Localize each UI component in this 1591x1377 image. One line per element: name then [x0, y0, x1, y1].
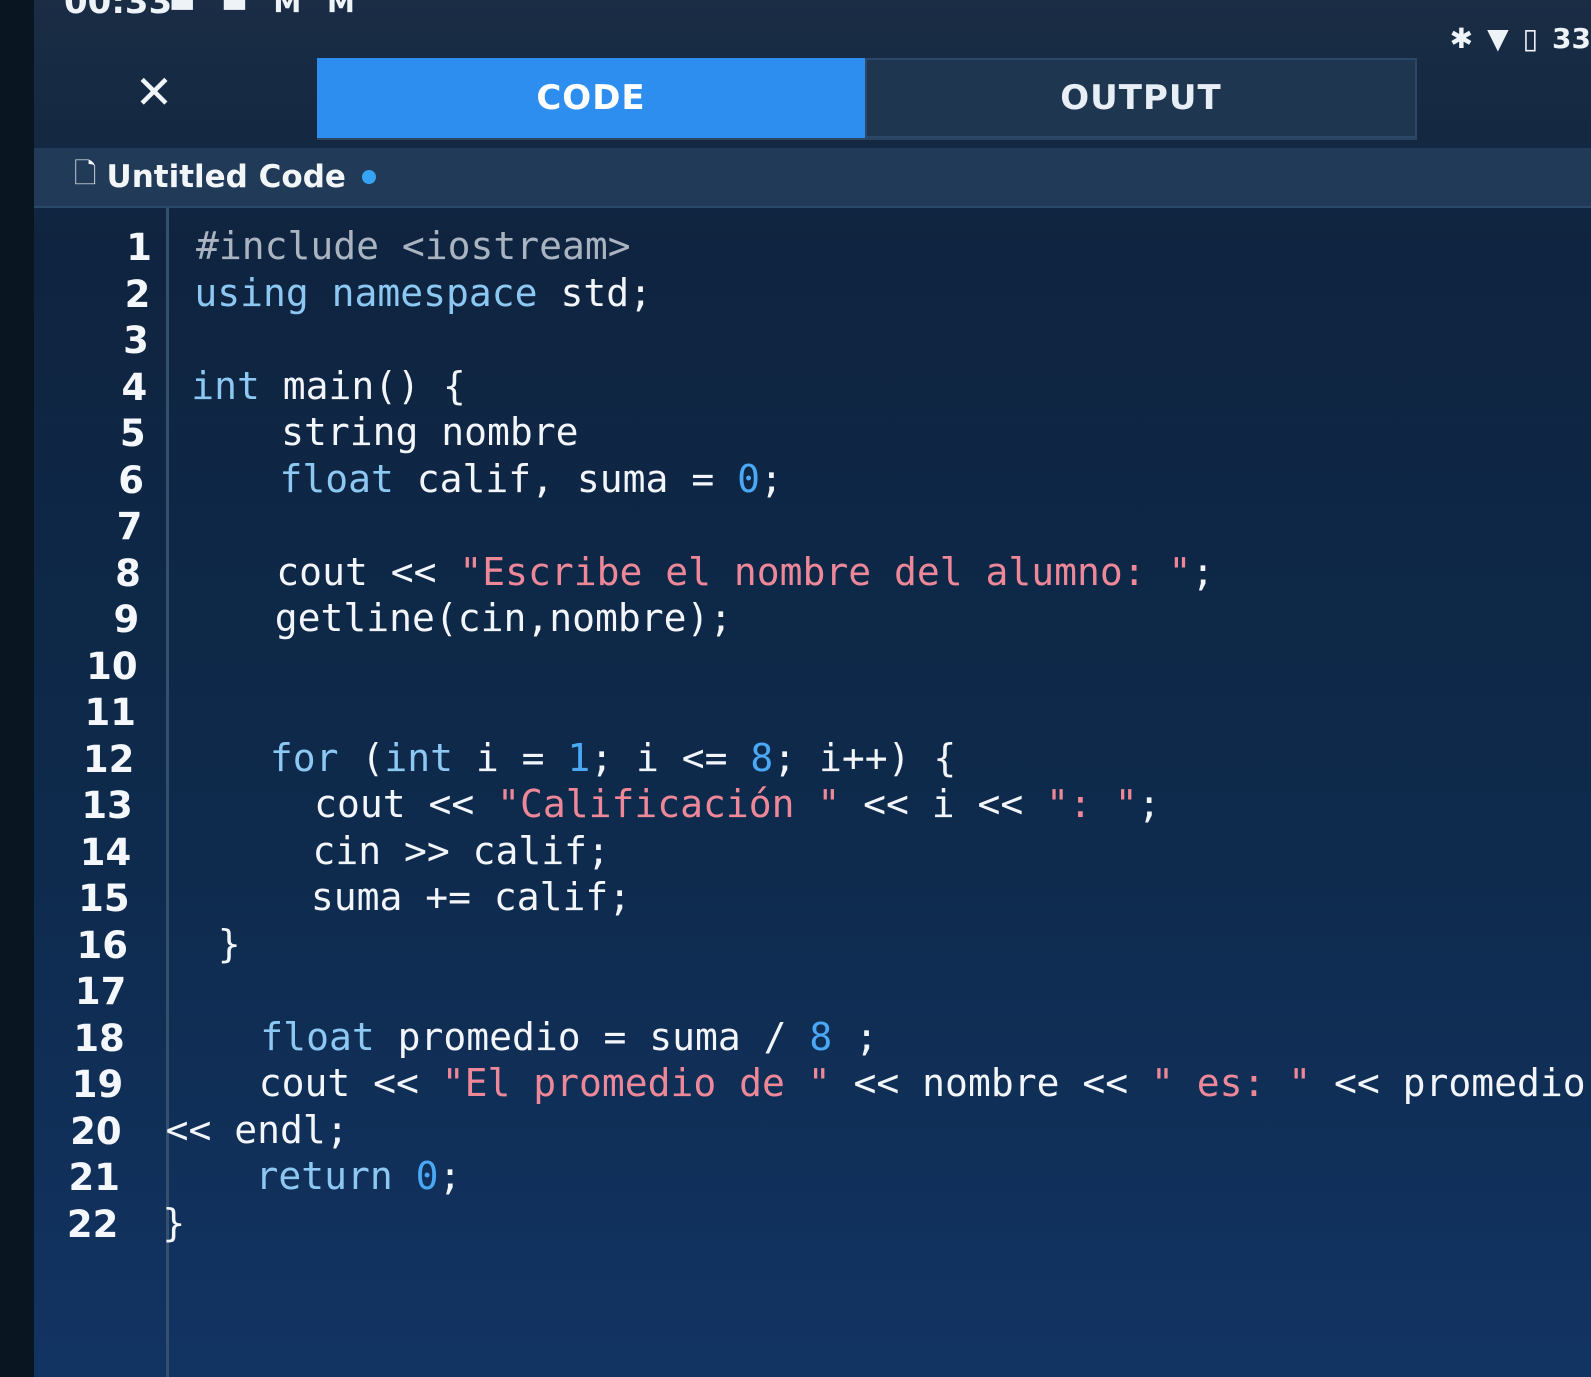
- line-number: 10: [86, 644, 138, 688]
- line-number: 9: [113, 598, 140, 641]
- line-number: 8: [115, 551, 141, 595]
- code-token: ;: [759, 456, 783, 501]
- line-number: 2: [124, 272, 151, 316]
- tab-bar: CODE OUTPUT: [317, 58, 1417, 140]
- code-token: return: [164, 1154, 416, 1198]
- code-token: main() {: [282, 363, 466, 408]
- code-token: using namespace: [194, 270, 561, 315]
- line-number: 13: [81, 784, 133, 827]
- line-number: 5: [119, 412, 146, 455]
- line-number: 1: [126, 226, 152, 269]
- unsaved-indicator-icon: [361, 170, 376, 184]
- line-number: 20: [70, 1109, 122, 1153]
- code-token: i =: [475, 735, 568, 780]
- code-token: #include <iostream>: [196, 224, 631, 268]
- code-line[interactable]: cout << "El promedio de " << nombre << "…: [167, 1061, 1586, 1105]
- code-token: ;: [1191, 549, 1215, 594]
- file-bar: 🗋 Untitled Code: [34, 148, 1591, 208]
- app-screen: 00:33 ▬ ▬ M M ✱ ▼ ▯ 33 ✕ CODE OUTPUT ⋮ 🗋…: [34, 0, 1591, 1377]
- code-line[interactable]: int main() {: [191, 364, 466, 408]
- tab-output[interactable]: OUTPUT: [865, 58, 1417, 138]
- code-token: calif, suma =: [416, 456, 738, 501]
- code-token: << i <<: [840, 782, 1047, 826]
- code-line[interactable]: float calif, suma = 0;: [188, 457, 783, 501]
- code-token: << endl;: [165, 1107, 349, 1152]
- code-token: 0: [415, 1154, 439, 1198]
- code-token: "Calificación ": [497, 782, 841, 826]
- code-token: getline(cin,nombre);: [183, 596, 733, 640]
- status-time: 00:33: [64, 0, 173, 22]
- line-number: 12: [82, 737, 135, 781]
- code-line[interactable]: }: [162, 1201, 185, 1245]
- code-token: }: [172, 921, 241, 966]
- code-token: string nombre: [189, 410, 579, 454]
- code-token: ;: [1137, 782, 1161, 826]
- notification-icons: ▬ ▬ M M: [169, 0, 363, 19]
- file-name[interactable]: Untitled Code: [107, 159, 346, 195]
- code-token: << promedio: [1311, 1061, 1586, 1105]
- code-token: float: [188, 456, 417, 501]
- status-bar: 00:33 ▬ ▬ M M ✱ ▼ ▯ 33: [34, 0, 1591, 55]
- line-number: 15: [78, 877, 130, 920]
- more-menu-icon[interactable]: ⋮: [1581, 95, 1591, 135]
- line-number: 6: [118, 458, 144, 502]
- code-line[interactable]: return 0;: [164, 1154, 462, 1198]
- code-token: 1: [567, 735, 591, 780]
- code-token: cout <<: [184, 549, 460, 594]
- code-line[interactable]: cout << "Calificación " << i << ": ";: [177, 782, 1161, 826]
- line-number: 14: [79, 830, 132, 874]
- code-token: "Escribe el nombre del alumno: ": [459, 549, 1192, 594]
- code-token: promedio = suma /: [397, 1014, 810, 1059]
- close-button[interactable]: ✕: [124, 62, 184, 122]
- code-line[interactable]: }: [172, 922, 241, 966]
- code-editor[interactable]: 1 2 3 4 5 6 7 8 9 10 11 12 13 14 15 16 17 18 19 20 21 22 #inc…: [34, 208, 1591, 1377]
- code-line[interactable]: << endl;: [166, 1108, 349, 1152]
- code-line[interactable]: string nombre: [189, 410, 579, 454]
- line-number: 16: [76, 923, 129, 967]
- code-line[interactable]: for (int i = 1; i <= 8; i++) {: [178, 736, 956, 780]
- code-token: int: [191, 363, 283, 408]
- line-number: 17: [74, 970, 127, 1013]
- line-number: 21: [68, 1156, 121, 1199]
- code-token: ;: [438, 1154, 462, 1198]
- code-line[interactable]: #include <iostream>: [196, 224, 631, 268]
- code-token: for: [178, 735, 362, 780]
- code-line[interactable]: cout << "Escribe el nombre del alumno: "…: [184, 549, 1215, 594]
- tab-code[interactable]: CODE: [317, 58, 865, 138]
- code-token: ; i++) {: [773, 735, 957, 780]
- code-token: ; i <=: [590, 735, 751, 780]
- line-number: 4: [121, 365, 148, 409]
- code-token: }: [162, 1200, 186, 1245]
- line-number: 3: [123, 319, 149, 362]
- line-number: 11: [84, 691, 137, 734]
- line-number: 19: [71, 1063, 124, 1106]
- code-token: int: [384, 735, 476, 780]
- line-number: 7: [116, 505, 143, 548]
- file-icon: 🗋: [74, 157, 97, 190]
- code-token: cout <<: [176, 782, 498, 826]
- code-line[interactable]: getline(cin,nombre);: [183, 596, 733, 640]
- code-token: 8: [750, 735, 774, 780]
- code-token: 8: [809, 1014, 833, 1059]
- line-number: 18: [73, 1016, 125, 1060]
- code-token: ;: [832, 1014, 879, 1059]
- toolbar: ✕ CODE OUTPUT ⋮: [34, 50, 1591, 145]
- code-token: 0: [737, 456, 760, 501]
- code-token: (: [361, 735, 385, 780]
- code-line[interactable]: using namespace std;: [194, 271, 652, 315]
- code-token: suma += calif;: [173, 875, 632, 919]
- code-token: << nombre <<: [830, 1061, 1151, 1105]
- code-token: cin >> calif;: [175, 828, 610, 873]
- code-token: float: [168, 1014, 398, 1059]
- code-token: ": ": [1046, 782, 1138, 826]
- code-token: cout <<: [167, 1061, 442, 1105]
- code-token: " es: ": [1150, 1061, 1312, 1105]
- code-token: std;: [560, 270, 652, 315]
- code-line[interactable]: suma += calif;: [173, 875, 632, 919]
- line-number-gutter: 1 2 3 4 5 6 7 8 9 10 11 12 13 14 15 16 17 18 19 20 21 22: [34, 208, 169, 1377]
- code-line[interactable]: cin >> calif;: [175, 828, 610, 873]
- code-token: "El promedio de ": [441, 1061, 831, 1105]
- line-number: 22: [66, 1202, 119, 1246]
- code-line[interactable]: float promedio = suma / 8 ;: [169, 1015, 878, 1059]
